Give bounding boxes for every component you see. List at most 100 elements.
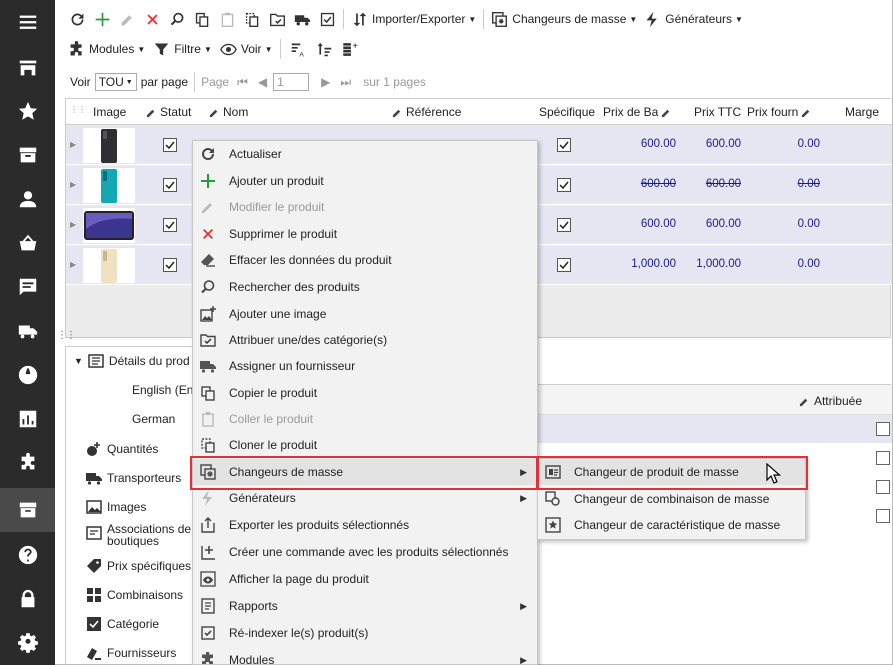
menu-item-clone-product[interactable]: Cloner le produit	[193, 432, 537, 458]
col-base-price[interactable]: Prix de Ba	[603, 105, 672, 119]
help-icon[interactable]	[0, 533, 55, 577]
refresh-button[interactable]	[65, 7, 89, 31]
attributed-checkbox[interactable]	[876, 480, 890, 494]
row-expand-icon[interactable]: ▶	[70, 180, 76, 189]
attributed-checkbox[interactable]	[876, 451, 890, 465]
next-page-icon[interactable]: ▶	[321, 75, 330, 89]
gear-icon[interactable]	[0, 620, 55, 664]
catalog-icon[interactable]	[0, 488, 55, 532]
menu-item-edit-product[interactable]: Modifier le produit	[193, 194, 537, 220]
chart-icon[interactable]	[0, 397, 55, 441]
menu-item-reports[interactable]: Rapports ▶	[193, 593, 537, 619]
generators-button[interactable]: Générateurs ▼	[641, 7, 746, 31]
menu-item-delete-product[interactable]: Supprimer le produit	[193, 221, 537, 247]
grid-menu-icon[interactable]: ⋮⋮	[70, 105, 86, 114]
quantities-item[interactable]: Quantités	[86, 441, 158, 457]
menu-item-add-product[interactable]: Ajouter un produit	[193, 168, 537, 194]
attribute-row[interactable]	[536, 415, 892, 443]
price-ttc-cell[interactable]: 600.00	[706, 138, 741, 150]
delete-button[interactable]	[140, 7, 164, 31]
assign-category-button[interactable]	[265, 7, 289, 31]
col-specific[interactable]: Spécifique	[539, 105, 595, 119]
person-icon[interactable]	[0, 177, 55, 221]
menu-item-clear-data[interactable]: Effacer les données du produit	[193, 247, 537, 273]
search-button[interactable]	[165, 7, 189, 31]
supplier-price-cell[interactable]: 0.00	[798, 138, 820, 150]
menu-item-reindex[interactable]: Ré-indexer le(s) produit(s)	[193, 620, 537, 646]
supplier-price-cell[interactable]: 0.00	[798, 258, 820, 270]
base-price-cell[interactable]: 600.00	[641, 178, 676, 190]
base-price-cell[interactable]: 1,000.00	[631, 258, 676, 270]
images-item[interactable]: Images	[86, 499, 146, 515]
menu-item-paste-product[interactable]: Coller le produit	[193, 406, 537, 432]
import-export-button[interactable]: Importer/Exporter ▼	[348, 7, 479, 31]
basket-icon[interactable]	[0, 221, 55, 265]
clone-button[interactable]	[240, 7, 264, 31]
menu-item-add-image[interactable]: Ajouter une image	[193, 301, 537, 327]
copy-button[interactable]	[190, 7, 214, 31]
submenu-item-feature-mass[interactable]: Changeur de caractéristique de masse	[538, 512, 805, 538]
store-icon[interactable]	[0, 46, 55, 90]
supplier-price-cell[interactable]: 0.00	[798, 178, 820, 190]
status-checkbox[interactable]	[163, 218, 177, 232]
globe-icon[interactable]	[0, 353, 55, 397]
group-button[interactable]	[312, 37, 336, 61]
box-icon[interactable]	[0, 133, 55, 177]
modules-button[interactable]: Modules ▼	[65, 37, 148, 61]
view-button[interactable]: Voir ▼	[217, 37, 276, 61]
per-page-select[interactable]: TOU ▼	[94, 73, 137, 91]
filter-button[interactable]: Filtre ▼	[150, 37, 215, 61]
menu-item-create-order[interactable]: Créer une commande avec les produits sél…	[193, 539, 537, 565]
combinations-item[interactable]: Combinaisons	[86, 587, 183, 603]
specific-prices-item[interactable]: Prix spécifiques	[86, 558, 191, 574]
carriers-item[interactable]: Transporteurs	[86, 470, 181, 486]
specific-checkbox[interactable]	[557, 138, 571, 152]
price-ttc-cell[interactable]: 600.00	[706, 218, 741, 230]
attributed-checkbox[interactable]	[876, 509, 890, 523]
add-button[interactable]	[90, 7, 114, 31]
specific-checkbox[interactable]	[557, 178, 571, 192]
specific-checkbox[interactable]	[557, 218, 571, 232]
col-supplier-price[interactable]: Prix fourn	[747, 105, 812, 119]
category-item[interactable]: Catégorie	[86, 616, 159, 632]
price-ttc-cell[interactable]: 600.00	[706, 178, 741, 190]
details-node[interactable]: ▼ Détails du prod	[74, 353, 190, 369]
menu-icon[interactable]	[0, 0, 55, 44]
prev-page-icon[interactable]: ◀	[258, 75, 267, 89]
col-status[interactable]: Statut	[146, 105, 191, 119]
base-price-cell[interactable]: 600.00	[641, 218, 676, 230]
sort-button[interactable]: A	[286, 37, 310, 61]
lock-icon[interactable]	[0, 577, 55, 621]
row-expand-icon[interactable]: ▶	[70, 220, 76, 229]
status-checkbox[interactable]	[163, 138, 177, 152]
suppliers-item[interactable]: Fournisseurs	[86, 645, 176, 661]
menu-item-refresh[interactable]: Actualiser	[193, 141, 537, 167]
paste-button[interactable]	[215, 7, 239, 31]
reindex-button[interactable]	[315, 7, 339, 31]
status-checkbox[interactable]	[163, 178, 177, 192]
menu-item-search-products[interactable]: Rechercher des produits	[193, 274, 537, 300]
col-name[interactable]: Nom	[209, 105, 248, 119]
star-icon[interactable]	[0, 89, 55, 133]
col-reference[interactable]: Référence	[392, 105, 461, 119]
menu-item-copy-product[interactable]: Copier le produit	[193, 380, 537, 406]
truck-icon[interactable]	[0, 309, 55, 353]
splitter-handle[interactable]: ⋮⋮	[57, 330, 76, 341]
menu-item-export-selected[interactable]: Exporter les produits sélectionnés	[193, 512, 537, 538]
puzzle-icon[interactable]	[0, 441, 55, 485]
lang-german[interactable]: German	[132, 412, 175, 426]
mass-changers-button[interactable]: Changeurs de masse ▼	[488, 7, 640, 31]
base-price-cell[interactable]: 600.00	[641, 138, 676, 150]
assign-supplier-button[interactable]	[290, 7, 314, 31]
attributed-checkbox[interactable]	[876, 422, 890, 436]
page-input[interactable]: 1	[273, 73, 310, 91]
menu-item-view-page[interactable]: Afficher la page du produit	[193, 566, 537, 592]
edit-button[interactable]	[115, 7, 139, 31]
status-checkbox[interactable]	[163, 258, 177, 272]
chat-icon[interactable]	[0, 265, 55, 309]
row-expand-icon[interactable]: ▶	[70, 260, 76, 269]
col-attributed[interactable]: Attribuée	[799, 394, 862, 408]
col-image[interactable]: Image	[93, 105, 126, 119]
lang-english[interactable]: English (Eng	[132, 383, 200, 397]
columns-button[interactable]	[338, 37, 362, 61]
